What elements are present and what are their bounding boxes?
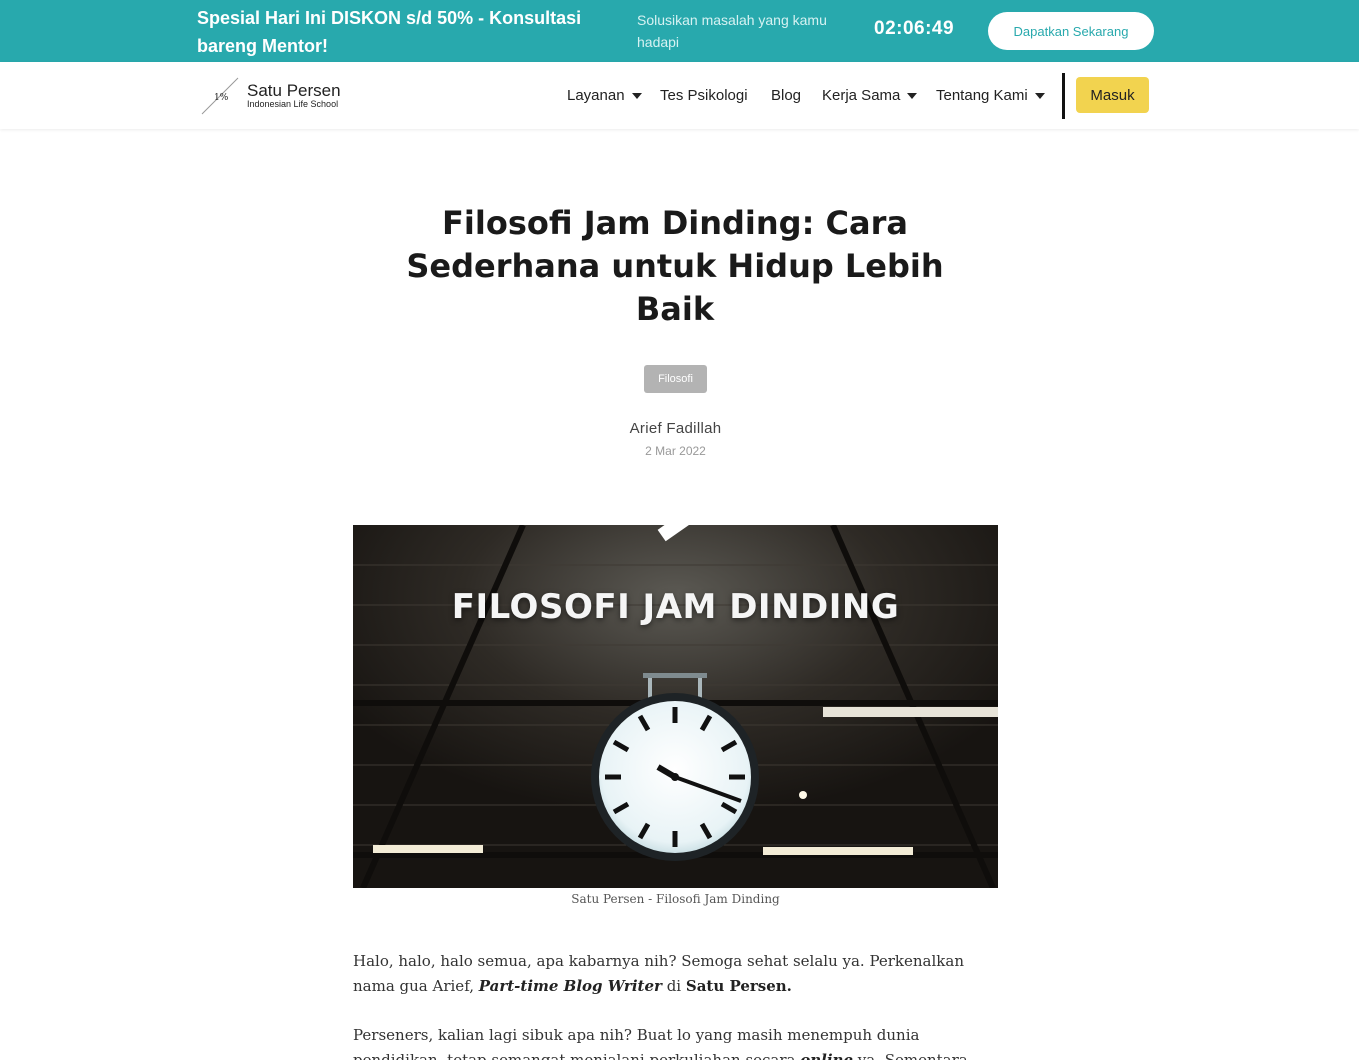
hero-overlay-title: FILOSOFI JAM DINDING	[451, 587, 900, 627]
login-button[interactable]: Masuk	[1076, 77, 1149, 113]
nav-label: Tentang Kami	[936, 87, 1028, 104]
chevron-down-icon	[1034, 92, 1045, 99]
hero-image: FILOSOFI JAM DINDING	[353, 525, 998, 888]
nav-label: Blog	[771, 87, 802, 104]
nav-divider	[1062, 73, 1065, 119]
promo-title: Spesial Hari Ini DISKON s/d 50% - Konsul…	[197, 8, 582, 56]
site-logo[interactable]: 1% Satu Persen Indonesian Life School	[200, 76, 360, 116]
author-name: Arief Fadillah	[629, 420, 722, 437]
nav-blog[interactable]: Blog	[771, 87, 801, 104]
nav-layanan[interactable]: Layanan	[567, 87, 642, 104]
nav-label: Kerja Sama	[822, 87, 901, 104]
logo-tagline: Indonesian Life School	[247, 99, 339, 109]
nav-label: Tes Psikologi	[660, 87, 748, 104]
publish-date: 2 Mar 2022	[645, 444, 706, 458]
wall-clock-illustration	[353, 525, 998, 888]
article-paragraph: Halo, halo, halo semua, apa kabarnya nih…	[353, 952, 964, 995]
nav-tes-psikologi[interactable]: Tes Psikologi	[660, 87, 748, 104]
site-header: 1% Satu Persen Indonesian Life School La…	[0, 62, 1359, 129]
article-title: Filosofi Jam Dinding: Cara Sederhana unt…	[406, 204, 944, 328]
article-paragraph: Perseners, kalian lagi sibuk apa nih? Bu…	[353, 1026, 973, 1060]
logo-name: Satu Persen	[247, 81, 341, 100]
promo-subtitle: Solusikan masalah yang kamu hadapi	[637, 12, 827, 50]
nav-kerja-sama[interactable]: Kerja Sama	[822, 87, 918, 104]
category-tag[interactable]: Filosofi	[644, 365, 707, 393]
image-caption: Satu Persen - Filosofi Jam Dinding	[571, 892, 780, 906]
promo-banner: Spesial Hari Ini DISKON s/d 50% - Konsul…	[0, 0, 1359, 62]
nav-label: Layanan	[567, 87, 625, 104]
chevron-down-icon	[907, 92, 918, 99]
logo-mark-icon: 1%	[201, 77, 239, 115]
countdown-timer: 02:06:49	[874, 18, 955, 39]
nav-tentang-kami[interactable]: Tentang Kami	[936, 87, 1045, 104]
svg-text:1%: 1%	[214, 93, 229, 103]
promo-cta-button[interactable]: Dapatkan Sekarang	[988, 12, 1154, 50]
chevron-down-icon	[631, 92, 642, 99]
